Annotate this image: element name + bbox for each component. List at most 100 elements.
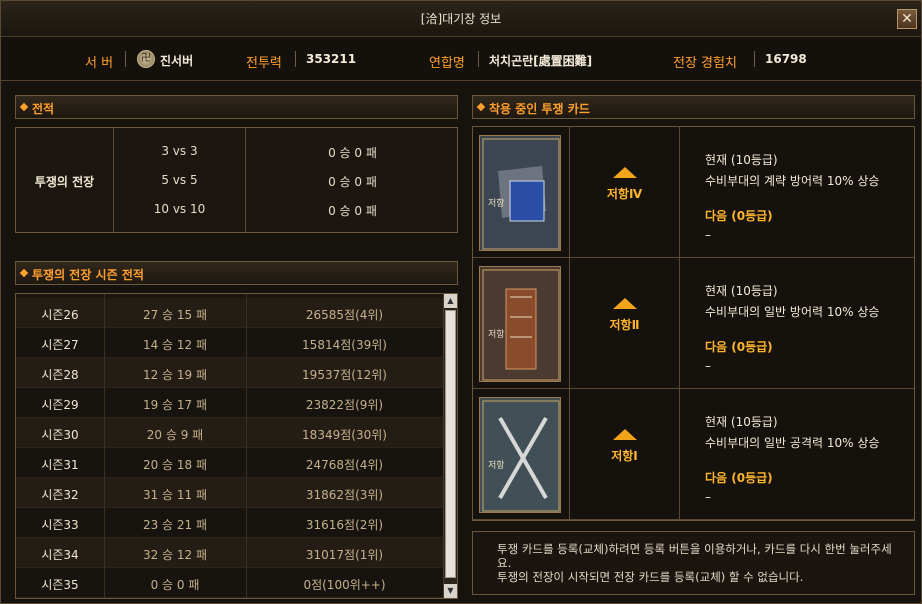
table-row: 시즌31 20 승 18 패 24768점(4위) [16, 448, 443, 478]
svg-text:저항: 저항 [488, 329, 505, 340]
season-win-loss: 12 승 19 패 [142, 368, 208, 382]
season-win-loss: 32 승 12 패 [142, 548, 208, 562]
alliance-label: 연합명 [429, 56, 465, 71]
table-row: 시즌33 23 승 21 패 31616점(2위) [16, 508, 443, 538]
season-score: 19537점(12위) [302, 368, 387, 382]
season-win-loss: 27 승 15 패 [142, 308, 208, 322]
season-name: 시즌32 [41, 488, 79, 502]
season-score: 23822점(9위) [305, 398, 384, 412]
upgrade-arrow-icon [613, 298, 637, 309]
record-mode: 10 vs 10 [153, 202, 206, 216]
season-score: 0점(100위++) [303, 578, 386, 592]
record-result: 0 승 0 패 [328, 146, 377, 160]
close-icon: ✕ [901, 11, 913, 27]
column-divider [246, 294, 247, 598]
card-row[interactable]: 저항 저항Ⅳ 현재 (10등급) 수비부대의 계략 방어력 10% 상승 다음 (0등급… [473, 127, 914, 258]
table-row: 시즌35 0 승 0 패 0점(100위++) [16, 568, 443, 598]
card-image[interactable]: 저항 [479, 266, 561, 382]
season-win-loss: 0 승 0 패 [150, 578, 200, 592]
table-row: 시즌34 32 승 12 패 31017점(1위) [16, 538, 443, 568]
exp-label: 전장 경험치 [673, 56, 737, 71]
alliance-value: 처치곤란[處置困難] [489, 54, 593, 68]
record-result: 0 승 0 패 [328, 204, 377, 218]
current-level: 현재 (10등급) [705, 415, 778, 429]
season-score: 31862점(3위) [305, 488, 384, 502]
current-effect: 수비부대의 일반 방어력 10% 상승 [705, 305, 880, 319]
notice-box: 투쟁 카드를 등록(교체)하려면 등록 버튼을 이용하거나, 카드를 다시 한번… [472, 531, 915, 595]
record-category: 투쟁의 전장 [34, 175, 95, 189]
season-name: 시즌34 [41, 548, 79, 562]
window-title: [洽]대기장 정보 [420, 12, 502, 26]
svg-text:저항: 저항 [488, 460, 505, 471]
season-win-loss: 20 승 9 패 [146, 428, 204, 442]
card-level-cell: 저항Ⅱ [569, 258, 680, 389]
table-row: 시즌30 20 승 9 패 18349점(30위) [16, 418, 443, 448]
season-score: 26585점(4위) [305, 308, 384, 322]
record-title: 전적 [32, 102, 55, 116]
card-name: 저항Ⅱ [609, 318, 640, 332]
season-name: 시즌26 [41, 308, 79, 322]
season-name: 시즌35 [41, 578, 79, 592]
record-header: 전적 [15, 95, 458, 119]
scroll-thumb[interactable] [445, 310, 456, 578]
record-result: 0 승 0 패 [328, 175, 377, 189]
scroll-up-button[interactable]: ▲ [444, 294, 457, 308]
season-win-loss: 23 승 21 패 [142, 518, 208, 532]
card-image[interactable]: 저항 [479, 135, 561, 251]
record-category-cell: 투쟁의 전장 [16, 128, 114, 232]
season-name: 시즌31 [41, 458, 79, 472]
card-image[interactable]: 저항 [479, 397, 561, 513]
current-effect: 수비부대의 일반 공격력 10% 상승 [705, 436, 880, 450]
season-name: 시즌29 [41, 398, 79, 412]
record-panel: 투쟁의 전장 3 vs 3 5 vs 5 10 vs 10 0 승 0 패 0 … [15, 127, 458, 233]
cards-panel: 저항 저항Ⅳ 현재 (10등급) 수비부대의 계략 방어력 10% 상승 다음 (0등급… [472, 126, 915, 521]
next-level: 다음 (0등급) [705, 471, 773, 485]
upgrade-arrow-icon [613, 429, 637, 440]
next-effect: – [705, 359, 711, 373]
season-score: 31017점(1위) [305, 548, 384, 562]
table-row: 시즌29 19 승 17 패 23822점(9위) [16, 388, 443, 418]
season-win-loss: 19 승 17 패 [142, 398, 208, 412]
season-score: 18349점(30위) [302, 428, 387, 442]
season-name: 시즌33 [41, 518, 79, 532]
divider [125, 51, 126, 67]
next-level: 다음 (0등급) [705, 340, 773, 354]
season-score: 31616점(2위) [305, 518, 384, 532]
info-row: 서 버 卍 진서버 전투력 353211 연합명 처치곤란[處置困難] 전장 경… [1, 37, 921, 81]
season-name: 시즌28 [41, 368, 79, 382]
season-win-loss: 20 승 18 패 [142, 458, 208, 472]
season-name: 시즌27 [41, 338, 79, 352]
table-row: 시즌28 12 승 19 패 19537점(12위) [16, 358, 443, 388]
bullet-icon [19, 268, 29, 278]
exp-value: 16798 [765, 52, 807, 66]
season-table[interactable]: 시즌26 27 승 15 패 26585점(4위) 시즌27 14 승 12 패 1581… [15, 293, 458, 599]
arrow-up-icon: ▲ [447, 296, 454, 305]
season-win-loss: 31 승 11 패 [142, 488, 208, 502]
table-row: 시즌27 14 승 12 패 15814점(39위) [16, 328, 443, 358]
server-label: 서 버 [85, 56, 114, 71]
card-level-cell: 저항Ⅰ [569, 389, 680, 520]
title-bar[interactable]: [洽]대기장 정보 ✕ [1, 1, 921, 37]
next-effect: – [705, 228, 711, 242]
scroll-down-button[interactable]: ▼ [444, 584, 457, 598]
card-row[interactable]: 저항 저항Ⅱ 현재 (10등급) 수비부대의 일반 방어력 10% 상승 다음 (0등급… [473, 258, 914, 389]
card-level-cell: 저항Ⅳ [569, 127, 680, 258]
column-divider [104, 294, 105, 598]
scrollbar[interactable]: ▲ ▼ [443, 294, 457, 598]
table-row: 시즌26 27 승 15 패 26585점(4위) [16, 298, 443, 328]
card-description: 현재 (10등급) 수비부대의 계략 방어력 10% 상승 다음 (0등급) – [705, 151, 910, 242]
close-button[interactable]: ✕ [897, 9, 917, 29]
bullet-icon [19, 102, 29, 112]
card-description: 현재 (10등급) 수비부대의 일반 공격력 10% 상승 다음 (0등급) – [705, 413, 910, 504]
divider [478, 51, 479, 67]
season-win-loss: 14 승 12 패 [142, 338, 208, 352]
info-window: [洽]대기장 정보 ✕ 서 버 卍 진서버 전투력 353211 연합명 처치곤… [0, 0, 922, 604]
record-mode: 5 vs 5 [161, 173, 198, 187]
server-emblem-icon: 卍 [137, 50, 155, 68]
upgrade-arrow-icon [613, 167, 637, 178]
season-score: 24768점(4위) [305, 458, 384, 472]
notice-line: 투쟁 카드를 등록(교체)하려면 등록 버튼을 이용하거나, 카드를 다시 한번… [497, 542, 892, 570]
card-row[interactable]: 저항 저항Ⅰ 현재 (10등급) 수비부대의 일반 공격력 10% 상승다음 (0등급… [473, 389, 914, 520]
card-name: 저항Ⅰ [611, 449, 638, 463]
season-name: 시즌30 [41, 428, 79, 442]
